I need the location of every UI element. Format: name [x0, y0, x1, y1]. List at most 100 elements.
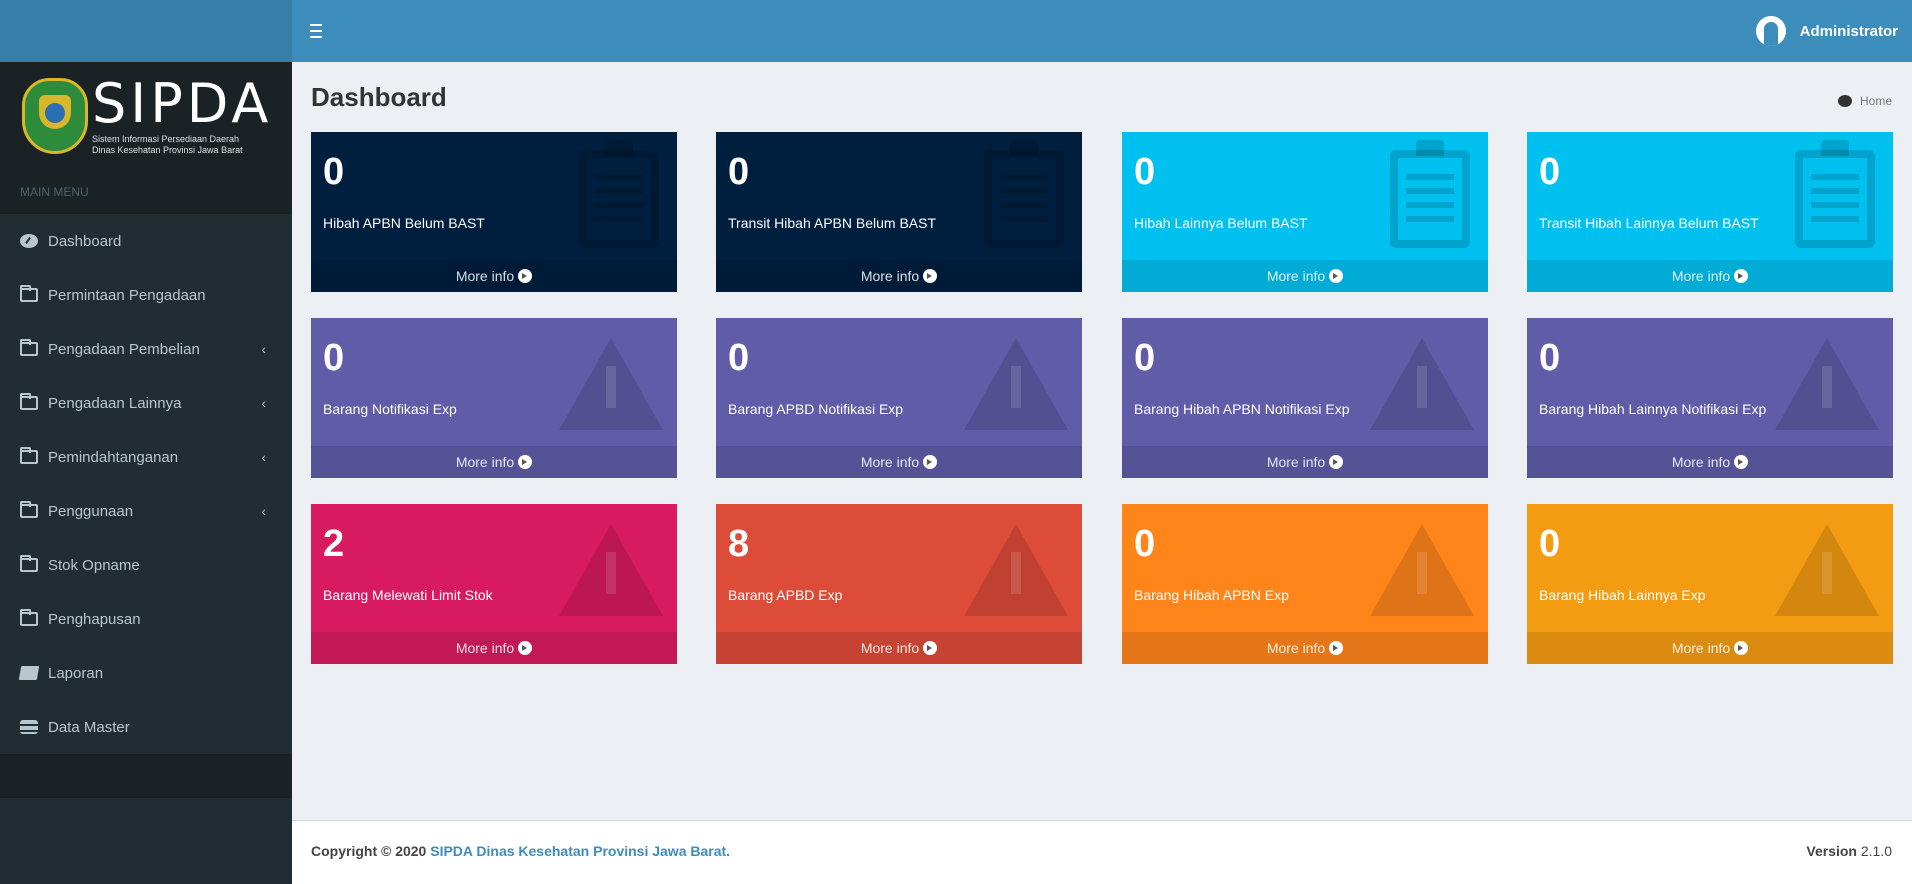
- sidebar-item-label: Pengadaan Lainnya: [48, 394, 182, 412]
- stat-value: 0: [1134, 523, 1156, 565]
- sidebar-item-permintaan-pengadaan[interactable]: Permintaan Pengadaan: [0, 268, 292, 322]
- stat-value: 0: [1539, 151, 1561, 193]
- stat-value: 0: [1539, 337, 1561, 379]
- app-logo[interactable]: SIPDA Sistem Informasi Persediaan Daerah…: [0, 62, 292, 170]
- stat-box: 0 Barang Hibah APBN Exp More info: [1122, 504, 1488, 664]
- more-info-link[interactable]: More info: [1527, 446, 1893, 478]
- clipboard-icon: [579, 140, 659, 248]
- stat-box: 0 Barang Notifikasi Exp More info: [311, 318, 677, 478]
- warning-icon: [559, 524, 663, 616]
- sidebar-item-label: Stok Opname: [48, 556, 140, 574]
- stat-box: 0 Barang APBD Notifikasi Exp More info: [716, 318, 1082, 478]
- more-info-label: More info: [455, 268, 515, 284]
- more-info-label: More info: [1671, 268, 1731, 284]
- stat-label: Hibah APBN Belum BAST: [323, 215, 485, 231]
- sidebar-item-data-master[interactable]: Data Master: [0, 700, 292, 754]
- sidebar-item-pengadaan-lainnya[interactable]: Pengadaan Lainnya ‹: [0, 376, 292, 430]
- sidebar-item-penggunaan[interactable]: Penggunaan ‹: [0, 484, 292, 538]
- sidebar-item-penghapusan[interactable]: Penghapusan: [0, 592, 292, 646]
- navbar-brand-zone: [0, 0, 292, 62]
- arrow-circle-right-icon: [1734, 455, 1749, 469]
- breadcrumb[interactable]: Home: [1837, 94, 1892, 108]
- logo-title: SIPDA: [92, 72, 273, 135]
- arrow-circle-right-icon: [1329, 641, 1344, 655]
- user-menu[interactable]: Administrator: [1755, 16, 1898, 46]
- clipboard-icon: [984, 140, 1064, 248]
- dashboard-icon: [20, 234, 38, 248]
- more-info-link[interactable]: More info: [716, 260, 1082, 292]
- arrow-circle-right-icon: [1734, 641, 1749, 655]
- arrow-circle-right-icon: [518, 641, 533, 655]
- sidebar-item-laporan[interactable]: Laporan: [0, 646, 292, 700]
- hamburger-line: [310, 36, 322, 38]
- hamburger-line: [310, 30, 322, 32]
- chevron-left-icon: ‹: [261, 503, 266, 519]
- stat-value: 0: [1134, 151, 1156, 193]
- page-title: Dashboard: [311, 82, 447, 112]
- copyright-link[interactable]: SIPDA Dinas Kesehatan Provinsi Jawa Bara…: [430, 843, 730, 859]
- arrow-circle-right-icon: [518, 455, 533, 469]
- folder-open-icon: [20, 339, 38, 356]
- stat-box: 0 Transit Hibah Lainnya Belum BAST More …: [1527, 132, 1893, 292]
- sidebar-item-dashboard[interactable]: Dashboard: [0, 214, 292, 268]
- stat-label: Barang Hibah Lainnya Notifikasi Exp: [1539, 401, 1767, 417]
- stat-value: 0: [1539, 523, 1561, 565]
- copyright-prefix: Copyright © 2020: [311, 843, 427, 859]
- stat-box: 0 Hibah APBN Belum BAST More info: [311, 132, 677, 292]
- warning-icon: [1775, 524, 1879, 616]
- arrow-circle-right-icon: [1329, 269, 1344, 283]
- version-label: Version: [1806, 843, 1857, 859]
- warning-icon: [964, 338, 1068, 430]
- more-info-link[interactable]: More info: [1122, 260, 1488, 292]
- folder-open-icon: [20, 285, 38, 302]
- sidebar-item-pengadaan-pembelian[interactable]: Pengadaan Pembelian ‹: [0, 322, 292, 376]
- version-info: Version 2.1.0: [1806, 843, 1892, 859]
- more-info-label: More info: [1671, 640, 1731, 656]
- clipboard-icon: [1795, 140, 1875, 248]
- more-info-link[interactable]: More info: [1122, 632, 1488, 664]
- version-value: 2.1.0: [1860, 843, 1892, 859]
- chevron-left-icon: ‹: [261, 341, 266, 357]
- stat-box: 0 Transit Hibah APBN Belum BAST More inf…: [716, 132, 1082, 292]
- more-info-label: More info: [1671, 454, 1731, 470]
- more-info-link[interactable]: More info: [1122, 446, 1488, 478]
- sidebar-item-label: Dashboard: [48, 232, 122, 250]
- sidebar-toggle-button[interactable]: [310, 20, 332, 42]
- stat-label: Barang Hibah APBN Notifikasi Exp: [1134, 401, 1350, 417]
- hamburger-icon: [310, 24, 322, 26]
- warning-icon: [1370, 338, 1474, 430]
- more-info-link[interactable]: More info: [1527, 260, 1893, 292]
- more-info-link[interactable]: More info: [311, 632, 677, 664]
- stat-value: 2: [323, 523, 345, 565]
- sidebar-item-pemindahtanganan[interactable]: Pemindahtanganan ‹: [0, 430, 292, 484]
- stat-box: 2 Barang Melewati Limit Stok More info: [311, 504, 677, 664]
- sidebar-item-label: Penggunaan: [48, 502, 134, 520]
- stat-label: Hibah Lainnya Belum BAST: [1134, 215, 1308, 231]
- more-info-label: More info: [1266, 640, 1326, 656]
- more-info-link[interactable]: More info: [716, 632, 1082, 664]
- sidebar-item-stok-opname[interactable]: Stok Opname: [0, 538, 292, 592]
- sidebar-item-label: Pengadaan Pembelian: [48, 340, 200, 358]
- stat-box: 0 Barang Hibah Lainnya Exp More info: [1527, 504, 1893, 664]
- more-info-link[interactable]: More info: [1527, 632, 1893, 664]
- sidebar-menu: Dashboard Permintaan Pengadaan Pengadaan…: [0, 214, 292, 754]
- database-icon: [20, 720, 38, 734]
- sidebar-item-label: Pemindahtanganan: [48, 448, 179, 466]
- sidebar: SIPDA Sistem Informasi Persediaan Daerah…: [0, 62, 292, 884]
- stat-label: Transit Hibah Lainnya Belum BAST: [1539, 215, 1759, 231]
- stat-label: Barang Hibah APBN Exp: [1134, 587, 1289, 603]
- breadcrumb-home[interactable]: Home: [1860, 94, 1892, 108]
- book-icon: [18, 666, 40, 680]
- chevron-left-icon: ‹: [261, 449, 266, 465]
- folder-open-icon: [20, 501, 38, 518]
- more-info-link[interactable]: More info: [311, 446, 677, 478]
- more-info-label: More info: [860, 268, 920, 284]
- user-avatar-icon: [1755, 16, 1786, 46]
- more-info-link[interactable]: More info: [716, 446, 1082, 478]
- stat-label: Barang APBD Notifikasi Exp: [728, 401, 904, 417]
- more-info-link[interactable]: More info: [311, 260, 677, 292]
- logo-subtitle-line1: Sistem Informasi Persediaan Daerah: [92, 134, 240, 144]
- more-info-label: More info: [455, 454, 515, 470]
- logo-subtitle: Sistem Informasi Persediaan Daerah Dinas…: [92, 134, 278, 156]
- sidebar-item-label: Permintaan Pengadaan: [48, 286, 206, 304]
